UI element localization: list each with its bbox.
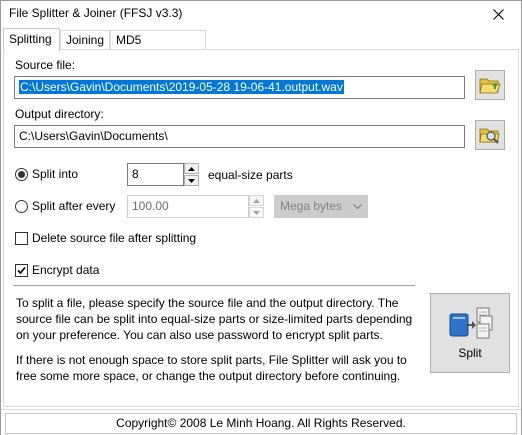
split-files-icon <box>449 307 493 339</box>
output-directory-input[interactable]: C:\Users\Gavin\Documents\ <box>14 125 465 148</box>
separator <box>13 285 415 286</box>
delete-source-label: Delete source file after splitting <box>32 231 197 245</box>
window-title: File Splitter & Joiner (FFSJ v3.3) <box>9 6 183 20</box>
output-directory-label: Output directory: <box>15 107 104 121</box>
size-unit-select[interactable]: Mega bytes <box>274 195 368 218</box>
tab-splitting[interactable]: Splitting <box>3 28 60 51</box>
folder-search-icon <box>479 128 500 144</box>
split-into-count-value: 8 <box>132 167 139 181</box>
browse-output-button[interactable] <box>475 120 505 150</box>
spin-up-button[interactable] <box>249 195 264 206</box>
chevron-up-icon <box>188 166 195 171</box>
close-icon <box>492 8 504 20</box>
folder-open-icon <box>479 78 501 94</box>
help-paragraph-2: If there is not enough space to store sp… <box>16 353 407 383</box>
split-button[interactable]: Split <box>430 293 510 373</box>
split-every-radio[interactable] <box>15 200 28 213</box>
title-bar: File Splitter & Joiner (FFSJ v3.3) <box>1 1 521 27</box>
source-file-value: C:\Users\Gavin\Documents\2019-05-28 19-0… <box>19 80 344 94</box>
split-every-label: Split after every <box>32 199 116 213</box>
split-into-label: Split into <box>32 167 79 181</box>
split-every-size-input[interactable]: 100.00 <box>127 195 249 218</box>
app-window: File Splitter & Joiner (FFSJ v3.3) Split… <box>0 0 522 435</box>
source-file-input[interactable]: C:\Users\Gavin\Documents\2019-05-28 19-0… <box>14 76 465 99</box>
spin-down-button[interactable] <box>249 207 264 218</box>
output-directory-value: C:\Users\Gavin\Documents\ <box>19 129 168 143</box>
chevron-up-icon <box>253 198 260 203</box>
help-paragraph-1: To split a file, please specify the sour… <box>16 296 413 342</box>
split-into-radio[interactable] <box>15 168 28 181</box>
status-bar: Copyright© 2008 Le Minh Hoang. All Right… <box>1 409 521 435</box>
split-every-size-value: 100.00 <box>132 199 169 213</box>
encrypt-data-checkbox[interactable] <box>15 264 28 277</box>
copyright-text: Copyright© 2008 Le Minh Hoang. All Right… <box>5 413 517 434</box>
chevron-down-icon <box>188 178 195 183</box>
chevron-down-icon <box>253 210 260 215</box>
checkmark-icon <box>17 266 26 275</box>
browse-source-button[interactable] <box>475 70 505 100</box>
split-button-label: Split <box>458 346 482 360</box>
chevron-down-icon <box>353 204 362 209</box>
split-into-suffix: equal-size parts <box>208 168 293 182</box>
tab-joining[interactable]: Joining <box>60 30 110 50</box>
spin-up-button[interactable] <box>184 163 199 174</box>
size-unit-value: Mega bytes <box>280 199 343 213</box>
spin-down-button[interactable] <box>184 175 199 186</box>
close-button[interactable] <box>475 1 521 27</box>
encrypt-data-label: Encrypt data <box>32 263 100 277</box>
tab-md5-checksum[interactable]: MD5 Checksum <box>110 30 206 66</box>
delete-source-checkbox[interactable] <box>15 232 28 245</box>
split-into-count-input[interactable]: 8 <box>127 163 184 186</box>
split-into-spinner[interactable] <box>184 163 199 186</box>
source-file-label: Source file: <box>15 58 76 72</box>
split-every-spinner[interactable] <box>249 195 264 218</box>
